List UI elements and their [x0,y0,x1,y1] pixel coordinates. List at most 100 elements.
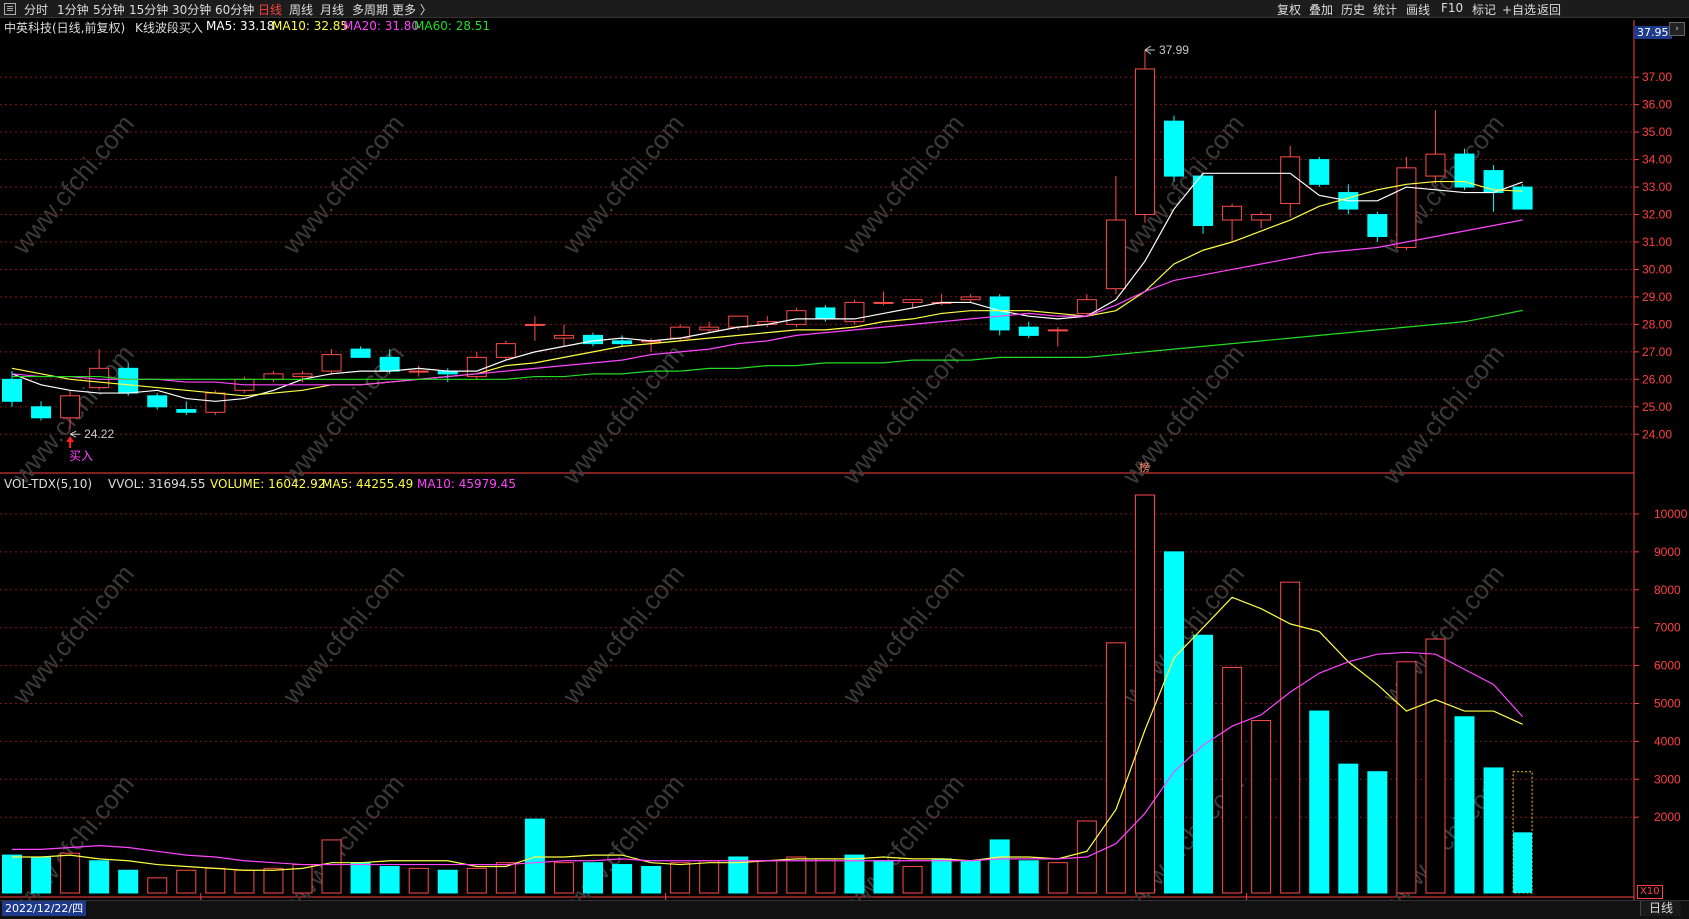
volume-bar [1309,710,1330,894]
candle-body [321,354,342,372]
candle [1512,184,1533,210]
price-tick-label: 31.00 [1642,235,1672,249]
candle-body [1164,120,1184,177]
candle-body [176,409,197,413]
volume-bar [641,865,662,894]
volume-bar [350,862,371,894]
candle [1164,115,1184,182]
candle-body [60,395,81,419]
candle-body [350,348,371,358]
candle [1134,50,1155,223]
candle-body [815,307,836,320]
volume-tick-label: 8000 [1654,583,1681,597]
watermark-text: www.cfchi.com [6,559,140,711]
volume-bar [553,862,574,894]
price-tick-label: 37.00 [1642,70,1672,84]
candle [844,299,865,325]
volume-bar [437,869,458,894]
ma20-label: MA20: 31.80 [343,19,420,33]
candle-body [147,395,168,408]
volume-bar [931,858,952,894]
candle [147,393,168,410]
candle [1309,156,1330,188]
watermark-text: www.cfchi.com [1376,339,1510,491]
candle [321,349,342,374]
volume-bar [1018,860,1039,894]
volume-bar [1047,862,1068,894]
candle [1222,203,1243,242]
volume-bar [1193,634,1214,894]
volume-bar [408,867,429,894]
volume-tick-label: 3000 [1654,772,1681,786]
date-badge: 2022/12/22/四 [2,901,87,916]
volume-tick-label: 6000 [1654,659,1681,673]
candle [1396,156,1417,251]
candle-body [408,370,429,373]
zoom-badge: X10 [1637,885,1663,899]
candle [31,401,52,421]
volume-bar [757,860,778,894]
watermark-text: www.cfchi.com [836,109,970,261]
volume-bar [1454,716,1475,894]
volume-bar [60,852,81,894]
ma-line-ma5 [11,172,1523,402]
candle-body [989,296,1010,331]
volume-tick-label: 7000 [1654,621,1681,635]
volume-bar [1338,763,1359,894]
chevron-right-icon[interactable]: › [1669,22,1685,36]
volume-label: VOLUME: 16042.92 [210,477,326,491]
volume-bar [1513,832,1533,893]
price-tick-label: 26.00 [1642,372,1672,386]
candle-body [292,373,313,378]
candle-body [699,326,720,331]
candle-body [1251,214,1272,221]
candle [553,324,574,347]
vvol-label: VVOL: 31694.55 [108,477,206,491]
ma-line-ma20 [11,219,1523,386]
volume-bar [670,862,691,894]
price-tick-label: 36.00 [1642,98,1672,112]
candle-body [1425,153,1446,177]
volume-tick-label: 2000 [1654,810,1681,824]
watermark-text: www.cfchi.com [1116,339,1250,491]
candle-body [1105,219,1126,290]
period-button[interactable]: 日线 [1639,901,1681,916]
volume-bar [1105,642,1126,894]
volume-bar [1483,767,1504,894]
candle [786,307,807,328]
volume-bar [815,858,836,894]
candle [1280,145,1301,218]
candle-body [1309,159,1330,185]
candle-body [728,315,749,328]
volume-bar [321,839,342,894]
candle [1047,327,1068,347]
current-price-badge: 37.95 [1634,26,1672,39]
candle-body [1222,205,1243,221]
candle-body [1047,329,1068,332]
candle [1425,110,1446,185]
candle [176,401,197,416]
candle-body [31,406,52,419]
candle-body [1018,326,1039,336]
volume-bar [960,860,981,894]
volume-bar [1134,494,1155,894]
candle [873,291,894,306]
candle-body [495,343,516,358]
candle-body [263,373,284,380]
bottom-bar [0,900,1689,919]
volume-bar [1251,720,1272,894]
volume-bar [466,867,487,894]
volume-bar [1425,638,1446,894]
volume-bar [263,867,284,894]
volume-bar [1280,581,1301,894]
price-tick-label: 25.00 [1642,400,1672,414]
kline-chart[interactable]: www.cfchi.com www.cfchi.com www.cfchi.com w… [0,0,1689,900]
candle [466,351,487,380]
ma60-label: MA60: 28.51 [414,19,491,33]
price-tick-label: 33.00 [1642,180,1672,194]
candle [495,340,516,361]
stock-title: 中英科技(日线,前复权) [4,21,126,35]
volume-bar [147,877,168,894]
volume-bar [1367,771,1388,894]
candle [263,371,284,383]
